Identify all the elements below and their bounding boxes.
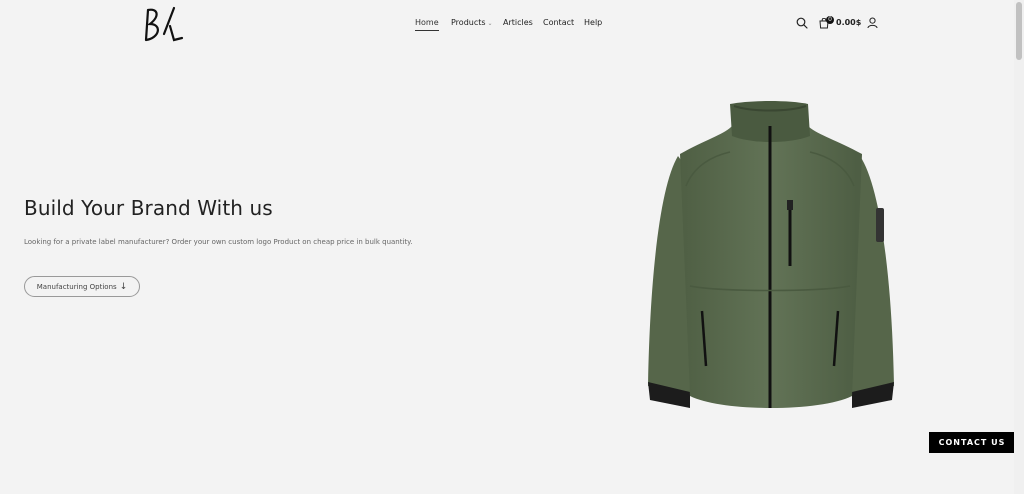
contact-us-button[interactable]: CONTACT US [929, 432, 1015, 453]
nav-contact[interactable]: Contact [543, 16, 574, 30]
hero-title: Build Your Brand With us [24, 196, 273, 220]
hero-subtitle: Looking for a private label manufacturer… [24, 238, 413, 246]
manufacturing-options-label: Manufacturing Options [36, 282, 117, 291]
arrow-down-icon: ↓ [119, 281, 128, 292]
main-nav: Home Products ⌄ Articles Contact Help [0, 16, 1014, 32]
cart-total[interactable]: 0.00$ [836, 16, 861, 30]
nav-home[interactable]: Home [415, 16, 439, 31]
nav-products-label: Products [451, 18, 486, 27]
cart-count-badge: 0 [826, 16, 834, 24]
scrollbar-track[interactable] [1014, 0, 1024, 494]
manufacturing-options-button[interactable]: Manufacturing Options ↓ [24, 276, 140, 297]
nav-help[interactable]: Help [584, 16, 602, 30]
nav-articles[interactable]: Articles [503, 16, 533, 30]
search-icon[interactable] [796, 17, 808, 29]
jacket-image [648, 101, 894, 408]
scrollbar-thumb[interactable] [1016, 2, 1022, 60]
user-icon[interactable] [867, 17, 878, 29]
chevron-down-icon: ⌄ [487, 20, 493, 27]
nav-products[interactable]: Products ⌄ [451, 16, 493, 31]
